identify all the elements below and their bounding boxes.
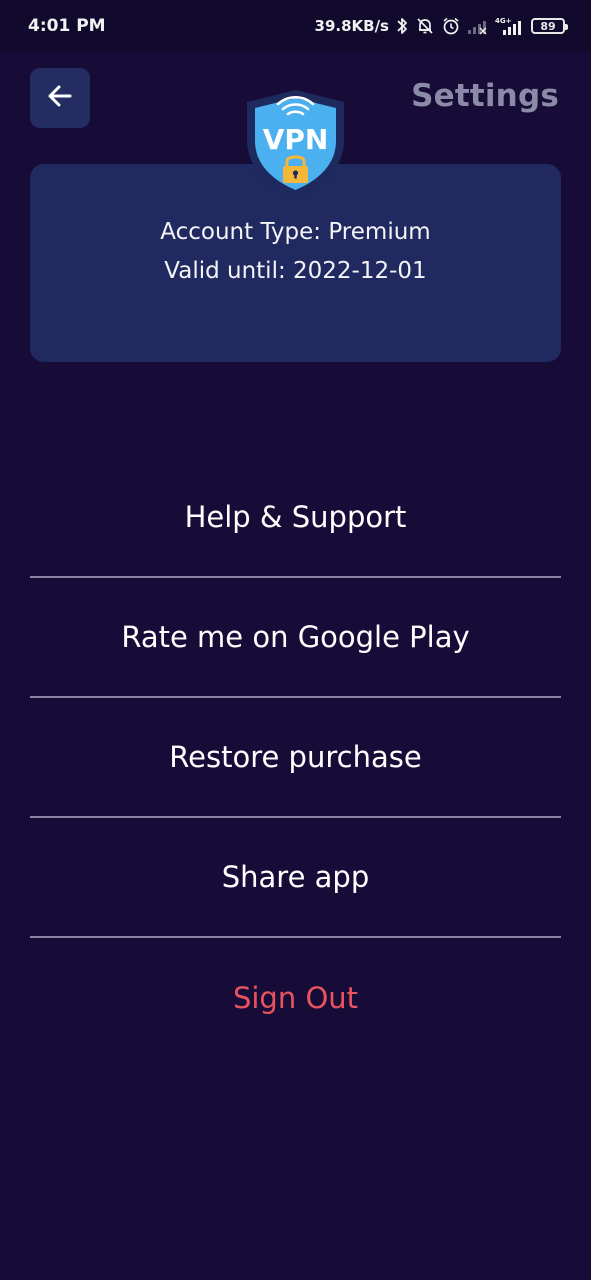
battery-level: 89	[540, 19, 556, 33]
valid-until: Valid until: 2022-12-01	[164, 258, 427, 284]
page-title: Settings	[411, 78, 559, 114]
restore-purchase-item[interactable]: Restore purchase	[30, 698, 561, 818]
status-icons: 39.8KB/s 4G+ 89	[314, 16, 568, 36]
bell-muted-icon	[415, 16, 435, 36]
vpn-shield-logo: VPN	[243, 88, 348, 200]
share-app-item[interactable]: Share app	[30, 818, 561, 938]
back-button[interactable]	[30, 68, 90, 128]
status-time: 4:01 PM	[28, 16, 106, 36]
signal-empty-icon	[467, 17, 489, 35]
rate-google-play-item[interactable]: Rate me on Google Play	[30, 578, 561, 698]
help-support-item[interactable]: Help & Support	[30, 458, 561, 578]
arrow-left-icon	[47, 84, 73, 113]
signal-4g-icon: 4G+	[495, 16, 525, 36]
alarm-icon	[441, 16, 461, 36]
sign-out-item[interactable]: Sign Out	[30, 938, 561, 1058]
bluetooth-icon	[395, 16, 409, 36]
battery-icon: 89	[531, 18, 568, 34]
status-bar: 4:01 PM 39.8KB/s 4G+ 89	[0, 0, 591, 52]
vpn-badge-text: VPN	[263, 123, 329, 156]
settings-menu: Help & Support Rate me on Google Play Re…	[30, 458, 561, 1058]
svg-text:4G+: 4G+	[495, 17, 512, 25]
account-type: Account Type: Premium	[160, 219, 431, 245]
network-speed: 39.8KB/s	[314, 17, 389, 35]
